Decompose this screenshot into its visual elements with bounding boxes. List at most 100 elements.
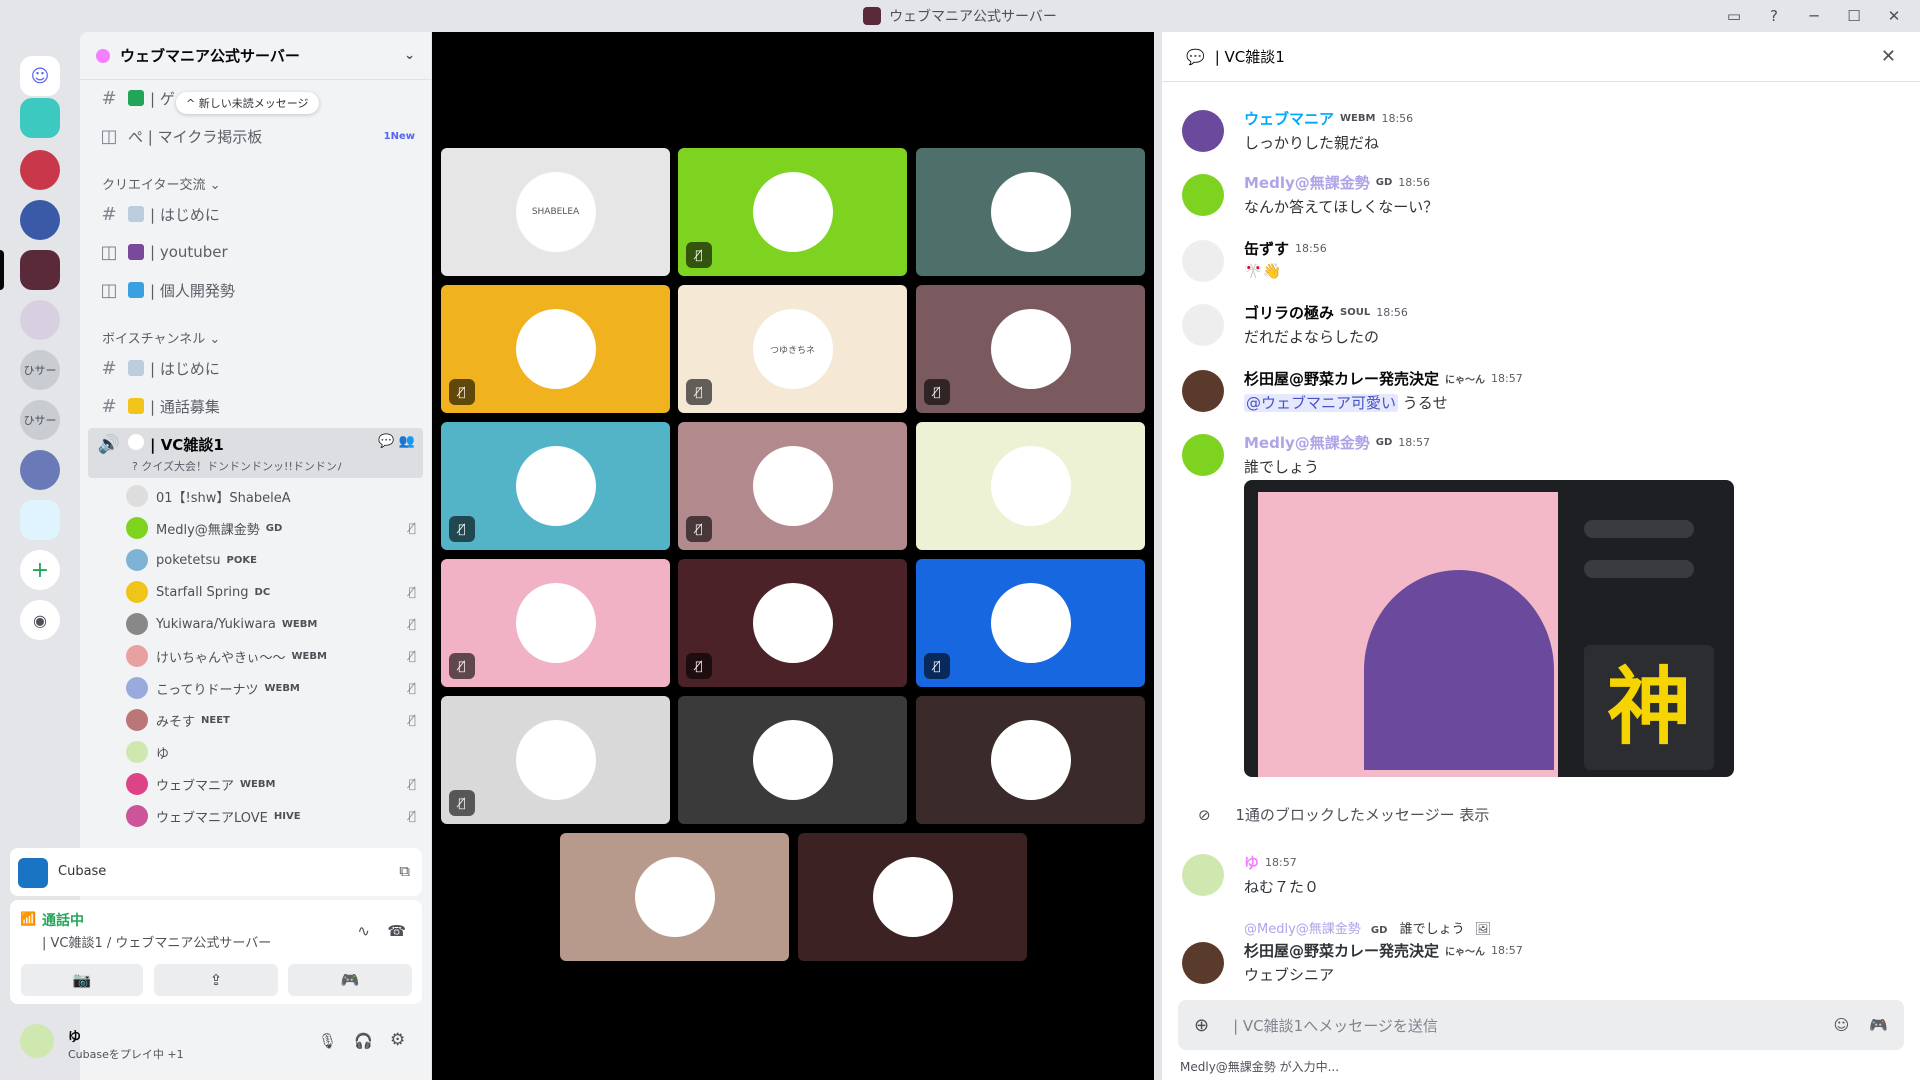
voice-user[interactable]: ゆ: [126, 738, 416, 766]
message-input[interactable]: ⊕ | VC雑談1へメッセージを送信 ☺ 🎮: [1178, 1000, 1904, 1050]
avatar[interactable]: [1182, 370, 1224, 412]
voice-user[interactable]: Starfall Spring DC 🎙̸: [126, 578, 416, 606]
server-icon-2[interactable]: [20, 150, 60, 190]
video-tile[interactable]: [678, 696, 907, 824]
avatar[interactable]: [1182, 434, 1224, 476]
voice-state: 通話中: [42, 913, 84, 929]
server-icon-3[interactable]: [20, 200, 60, 240]
avatar: [515, 720, 596, 800]
chat-icon[interactable]: 💬 👥: [378, 434, 415, 449]
guild-tag: WEBM: [264, 682, 300, 694]
headphones-icon[interactable]: 🎧: [354, 1032, 373, 1050]
voice-user[interactable]: Medly@無課金勢 GD 🎙̸: [126, 514, 416, 542]
author-name[interactable]: ウェブマニア: [1244, 108, 1334, 129]
voice-user[interactable]: けいちゃんやきぃ～～ WEBM 🎙̸: [126, 642, 416, 670]
channel-hajimeni-2[interactable]: # | はじめに: [88, 352, 423, 384]
video-tile[interactable]: つゆきちネ 🎙̸: [678, 285, 907, 413]
channel-call-recruit[interactable]: # | 通話募集: [88, 390, 423, 422]
author-name[interactable]: ゴリラの極み: [1244, 302, 1334, 323]
video-tile[interactable]: [916, 696, 1145, 824]
home-button[interactable]: ☺: [20, 56, 60, 96]
video-tile[interactable]: 🎙̸: [441, 696, 670, 824]
server-icon-6[interactable]: [20, 450, 60, 490]
book-icon: [128, 360, 144, 376]
disconnect-icon[interactable]: ☎: [387, 922, 406, 940]
video-tile[interactable]: 🎙̸: [916, 559, 1145, 687]
voice-user-name: Yukiwara/Yukiwara: [156, 616, 276, 632]
avatar: [126, 485, 148, 507]
gamepad-icon[interactable]: 🎮: [1869, 1016, 1888, 1034]
voice-user[interactable]: こってりドーナツ WEBM 🎙̸: [126, 674, 416, 702]
server-icon-7[interactable]: [20, 500, 60, 540]
camera-off-button[interactable]: 📷: [21, 964, 143, 996]
avatar[interactable]: [1182, 174, 1224, 216]
author-name[interactable]: Medly@無課金勢: [1244, 432, 1370, 453]
video-tile[interactable]: 🎙̸: [916, 285, 1145, 413]
video-tile[interactable]: [560, 833, 789, 961]
add-server-icon[interactable]: +: [20, 550, 60, 590]
gear-icon[interactable]: ⚙: [390, 1030, 405, 1050]
avatar[interactable]: [1182, 304, 1224, 346]
video-tile[interactable]: 🎙̸: [678, 148, 907, 276]
voice-user[interactable]: poketetsu POKE: [126, 546, 416, 574]
voice-user[interactable]: ウェブマニア WEBM 🎙̸: [126, 770, 416, 798]
voice-user[interactable]: みそす NEET 🎙̸: [126, 706, 416, 734]
voice-user[interactable]: Yukiwara/Yukiwara WEBM 🎙̸: [126, 610, 416, 638]
close-icon[interactable]: ✕: [1878, 7, 1910, 25]
avatar[interactable]: [1182, 854, 1224, 896]
channel-indie-dev[interactable]: ◫ | 個人開発勢: [88, 274, 423, 306]
reply-reference[interactable]: @Medly@無課金勢 GD 誰でしょう 🖼: [1244, 918, 1491, 937]
server-icon-4[interactable]: [20, 250, 60, 290]
video-tile[interactable]: SHABELEA: [441, 148, 670, 276]
category-voice[interactable]: ボイスチャンネル ⌄: [102, 328, 220, 347]
avatar: [990, 446, 1071, 526]
emoji-icon[interactable]: ☺: [1834, 1016, 1850, 1034]
server-folder-2[interactable]: ひサー: [20, 400, 60, 440]
video-tile[interactable]: 🎙̸: [678, 559, 907, 687]
author-name[interactable]: ゆ: [1244, 852, 1259, 873]
mention[interactable]: @ウェブマニア可愛い: [1244, 394, 1399, 412]
video-tile[interactable]: 🎙̸: [441, 422, 670, 550]
voice-location[interactable]: | VC雑談1 / ウェブマニア公式サーバー: [42, 932, 271, 951]
server-icon-1[interactable]: [20, 98, 60, 138]
video-tile[interactable]: 🎙̸: [678, 422, 907, 550]
server-header[interactable]: ウェブマニア公式サーバー ⌄: [80, 32, 431, 80]
server-icon-5[interactable]: [20, 300, 60, 340]
share-screen-button[interactable]: ⇪: [154, 964, 278, 996]
category-creator[interactable]: クリエイター交流 ⌄: [102, 174, 221, 193]
noise-suppression-icon[interactable]: ∿: [357, 922, 370, 940]
video-tile[interactable]: [916, 148, 1145, 276]
microphone-icon[interactable]: 🎙: [318, 1032, 337, 1050]
video-tile[interactable]: 🎙̸: [441, 285, 670, 413]
sticker-image[interactable]: 神: [1244, 480, 1734, 777]
video-tile[interactable]: [798, 833, 1027, 961]
maximize-icon[interactable]: ☐: [1838, 7, 1870, 25]
screen-share-icon[interactable]: ⧉: [399, 862, 410, 880]
channel-youtuber[interactable]: ◫ | youtuber: [88, 236, 423, 268]
discover-icon[interactable]: ◉: [20, 600, 60, 640]
new-unread-pill[interactable]: ^ 新しい未読メッセージ: [176, 92, 319, 114]
activity-button[interactable]: 🎮: [288, 964, 412, 996]
avatar[interactable]: [20, 1024, 54, 1058]
author-name[interactable]: Medly@無課金勢: [1244, 172, 1370, 193]
author-name[interactable]: 缶ずす: [1244, 238, 1289, 259]
add-icon[interactable]: ⊕: [1194, 1015, 1209, 1036]
avatar[interactable]: [1182, 240, 1224, 282]
channel-hajimeni-1[interactable]: # | はじめに: [88, 198, 423, 230]
message-text: ウェブシニア: [1244, 966, 1335, 984]
avatar[interactable]: [1182, 942, 1224, 984]
author-name[interactable]: 杉田屋@野菜カレー発売決定: [1244, 368, 1439, 389]
avatar[interactable]: [1182, 110, 1224, 152]
channel-minecraft-forum[interactable]: ◫ ぺ | マイクラ掲示板 1New: [88, 120, 423, 152]
voice-user[interactable]: 01【!shw】ShabeleA: [126, 482, 416, 510]
author-name[interactable]: 杉田屋@野菜カレー発売決定: [1244, 940, 1439, 961]
minimize-icon[interactable]: ─: [1798, 7, 1830, 25]
video-tile[interactable]: [916, 422, 1145, 550]
inbox-icon[interactable]: ▭: [1718, 7, 1750, 25]
help-icon[interactable]: ?: [1758, 7, 1790, 25]
blocked-message-row[interactable]: ⊘ 1通のブロックしたメッセージー 表示: [1198, 804, 1489, 825]
voice-user[interactable]: ウェブマニアLOVE HIVE 🎙̸: [126, 802, 416, 830]
server-folder-1[interactable]: ひサー: [20, 350, 60, 390]
video-tile[interactable]: 🎙̸: [441, 559, 670, 687]
close-icon[interactable]: ✕: [1881, 46, 1896, 67]
